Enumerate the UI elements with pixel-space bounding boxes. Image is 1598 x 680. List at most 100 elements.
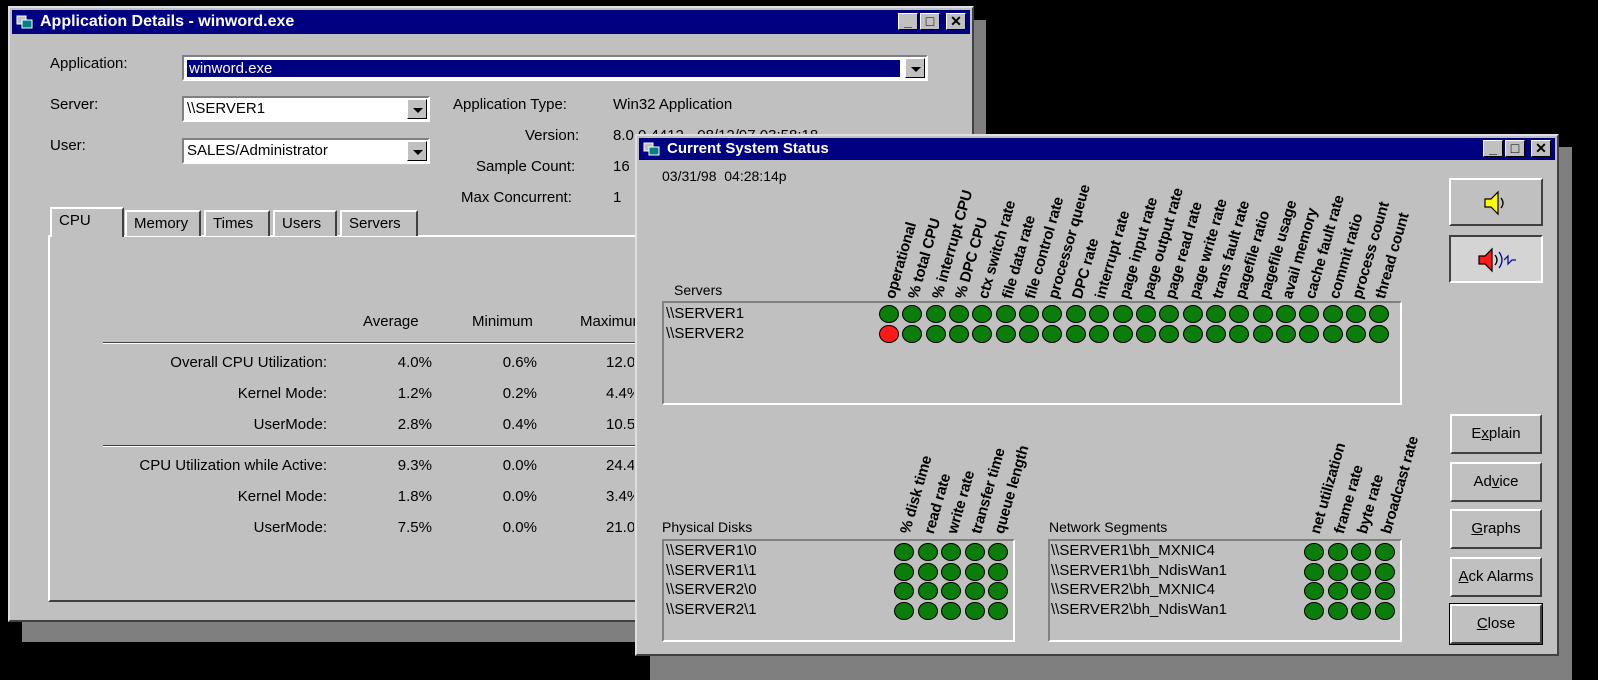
status-led[interactable] [925,305,946,323]
status-led[interactable] [1112,325,1133,343]
graphs-button[interactable]: Graphs [1450,509,1542,549]
user-combo[interactable]: SALES/Administrator [182,138,430,164]
status-led[interactable] [1065,305,1086,323]
status-led[interactable] [1327,543,1348,561]
status-led[interactable] [1374,582,1395,601]
app-details-titlebar[interactable]: Application Details - winword.exe _ □ ✕ [12,10,970,34]
status-led[interactable] [1327,582,1348,601]
system-status-titlebar[interactable]: Current System Status _ □ ✕ [639,138,1555,160]
tab-servers[interactable]: Servers [340,210,418,236]
status-led[interactable] [1065,325,1086,343]
status-led[interactable] [941,602,961,621]
status-led[interactable] [925,325,946,343]
explain-button[interactable]: Explain [1450,414,1542,454]
close-icon[interactable]: ✕ [946,13,966,30]
disk-name[interactable]: \\SERVER1\0 [666,542,757,559]
status-led[interactable] [1019,305,1040,323]
status-led[interactable] [1252,325,1273,343]
ack-alarms-button[interactable]: Ack Alarms [1450,557,1542,597]
status-led[interactable] [964,543,985,561]
server-combo[interactable]: \\SERVER1 [182,96,430,122]
status-led[interactable] [1322,305,1343,323]
status-led[interactable] [1351,543,1371,561]
status-led[interactable] [941,543,961,561]
segment-name[interactable]: \\SERVER2\bh_MXNIC4 [1051,581,1215,598]
status-led[interactable] [1322,325,1343,343]
status-led[interactable] [917,562,938,581]
tab-memory[interactable]: Memory [125,210,201,236]
disk-name[interactable]: \\SERVER1\1 [666,562,757,579]
status-led[interactable] [964,562,985,581]
maximize-icon[interactable]: □ [1505,140,1525,157]
status-led[interactable] [917,543,938,561]
status-led[interactable] [964,582,985,601]
status-led[interactable] [1135,305,1156,323]
status-led[interactable] [1304,562,1324,581]
status-led[interactable] [1374,562,1395,581]
tab-users[interactable]: Users [273,210,337,236]
status-led[interactable] [1327,602,1348,621]
disk-name[interactable]: \\SERVER2\0 [666,581,757,598]
status-led[interactable] [917,602,938,621]
alarm-speaker-icon [1478,247,1516,273]
status-led[interactable] [1346,325,1366,343]
chevron-down-icon[interactable] [905,58,925,78]
status-led[interactable] [917,582,938,601]
status-led[interactable] [1351,602,1371,621]
status-led[interactable] [995,325,1016,343]
close-button[interactable]: Close [1449,603,1543,645]
maximize-icon[interactable]: □ [920,13,940,30]
status-led[interactable] [1346,305,1366,323]
status-led[interactable] [1304,602,1324,621]
status-led[interactable] [988,562,1008,581]
status-led[interactable] [1182,325,1203,343]
maximum-cell: 12.0% [606,354,634,371]
status-led[interactable] [1112,305,1133,323]
segment-name[interactable]: \\SERVER1\bh_MXNIC4 [1051,542,1215,559]
status-led[interactable] [988,543,1008,561]
status-led[interactable] [1252,305,1273,323]
status-led[interactable] [1275,305,1296,323]
status-led[interactable] [894,562,914,581]
status-led[interactable] [879,305,899,323]
status-led[interactable] [1275,325,1296,343]
minimize-icon[interactable]: _ [898,13,918,30]
speaker-button[interactable] [1449,178,1543,226]
status-led[interactable] [1089,305,1110,323]
tab-times[interactable]: Times [204,210,270,236]
chevron-down-icon[interactable] [407,141,427,161]
alarm-led[interactable] [879,325,899,343]
status-led[interactable] [949,325,970,343]
status-led[interactable] [1351,562,1371,581]
minimize-icon[interactable]: _ [1483,140,1503,157]
status-led[interactable] [1182,305,1203,323]
status-led[interactable] [964,602,985,621]
status-led[interactable] [1019,325,1040,343]
status-led[interactable] [1205,325,1226,343]
user-label: User: [50,137,86,154]
disk-name[interactable]: \\SERVER2\1 [666,601,757,618]
status-led[interactable] [1205,305,1226,323]
status-led[interactable] [894,602,914,621]
status-led[interactable] [1135,325,1156,343]
status-led[interactable] [1327,562,1348,581]
advice-button[interactable]: Advice [1450,462,1542,502]
status-led[interactable] [1374,543,1395,561]
server-name[interactable]: \\SERVER1 [666,305,744,322]
segment-name[interactable]: \\SERVER2\bh_NdisWan1 [1051,601,1227,618]
status-led[interactable] [1374,602,1395,621]
application-combo[interactable]: winword.exe [182,55,928,81]
chevron-down-icon[interactable] [407,99,427,119]
status-led[interactable] [988,602,1008,621]
alarm-sound-button[interactable] [1449,235,1543,283]
segment-name[interactable]: \\SERVER1\bh_NdisWan1 [1051,562,1227,579]
status-led[interactable] [894,543,914,561]
close-icon[interactable]: ✕ [1531,140,1551,157]
status-led[interactable] [1089,325,1110,343]
tab-cpu[interactable]: CPU [50,207,124,237]
status-led[interactable] [949,305,970,323]
status-led[interactable] [1304,543,1324,561]
server-name[interactable]: \\SERVER2 [666,325,744,342]
status-led[interactable] [995,305,1016,323]
status-led[interactable] [941,562,961,581]
